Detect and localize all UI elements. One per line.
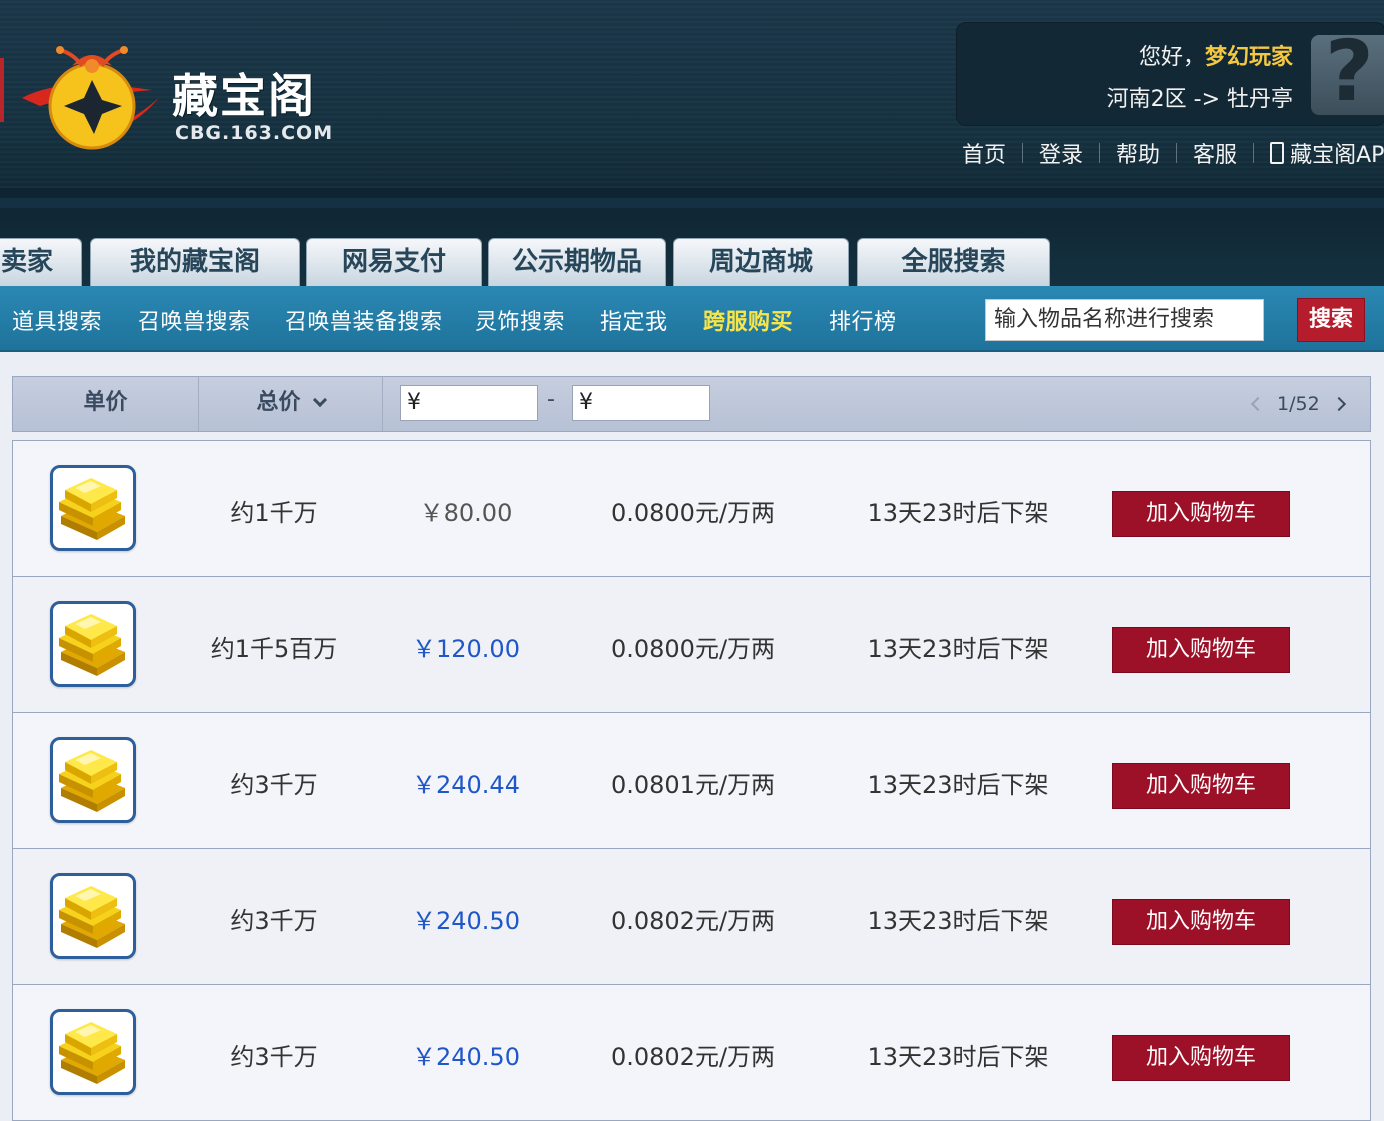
listing-row: 约1千5百万 ￥120.00 0.0800元/万两 13天23时后下架 加入购物… xyxy=(13,577,1370,713)
site-header: 藏宝阁 CBG.163.COM 您好，梦幻玩家 河南2区 -> 牡丹亭 ? 首页… xyxy=(0,0,1384,188)
chevron-down-icon xyxy=(312,392,327,408)
item-time-left: 13天23时后下架 xyxy=(867,1043,1049,1071)
item-unit-ratio: 0.0802元/万两 xyxy=(610,907,776,935)
price-min-input[interactable]: ¥ xyxy=(400,385,538,421)
item-amount: 约3千万 xyxy=(230,907,318,935)
top-nav: 首页 登录 帮助 客服 藏宝阁AP xyxy=(962,138,1384,168)
username[interactable]: 梦幻玩家 xyxy=(1205,45,1293,70)
item-price: ￥240.44 xyxy=(412,771,520,799)
listing-area: 单价 总价 ¥ - ¥ 1/52 约1千万 ￥80.00 0.0800元/万两 … xyxy=(0,352,1384,1121)
subnav-pet-equip-search[interactable]: 召唤兽装备搜索 xyxy=(285,304,443,336)
tab-my-cbg[interactable]: 我的藏宝阁 xyxy=(90,238,300,286)
price-range-dash: - xyxy=(547,387,555,412)
main-tabs: 卖家 我的藏宝阁 网易支付 公示期物品 周边商城 全服搜索 xyxy=(0,188,1384,286)
tab-public-items[interactable]: 公示期物品 xyxy=(488,238,666,286)
item-price: ￥240.50 xyxy=(412,1043,520,1071)
nav-app-link[interactable]: 藏宝阁AP xyxy=(1290,137,1384,169)
sort-unit-price-label: 单价 xyxy=(83,390,128,415)
tab-netease-pay[interactable]: 网易支付 xyxy=(306,238,482,286)
price-max-input[interactable]: ¥ xyxy=(572,385,710,421)
item-amount: 约1千万 xyxy=(230,499,318,527)
add-to-cart-button[interactable]: 加入购物车 xyxy=(1112,1035,1290,1081)
search-button[interactable]: 搜索 xyxy=(1297,298,1365,342)
item-unit-ratio: 0.0800元/万两 xyxy=(610,499,776,527)
listing-row: 约1千万 ￥80.00 0.0800元/万两 13天23时后下架 加入购物车 xyxy=(13,441,1370,577)
item-time-left: 13天23时后下架 xyxy=(867,499,1049,527)
greeting-prefix: 您好， xyxy=(1138,45,1205,70)
tab-global-search[interactable]: 全服搜索 xyxy=(857,238,1050,286)
item-time-left: 13天23时后下架 xyxy=(867,635,1049,663)
nav-home-link[interactable]: 首页 xyxy=(962,137,1006,169)
subnav-designated[interactable]: 指定我 xyxy=(600,304,668,336)
nav-divider xyxy=(1099,143,1101,163)
item-amount: 约3千万 xyxy=(230,771,318,799)
listing-table: 约1千万 ￥80.00 0.0800元/万两 13天23时后下架 加入购物车 约… xyxy=(12,440,1371,1121)
item-amount: 约3千万 xyxy=(230,1043,318,1071)
item-unit-ratio: 0.0800元/万两 xyxy=(610,635,776,663)
nav-login-link[interactable]: 登录 xyxy=(1039,137,1083,169)
avatar[interactable]: ? xyxy=(1311,35,1384,115)
nav-divider xyxy=(1022,143,1024,163)
subnav-ranking[interactable]: 排行榜 xyxy=(829,304,897,336)
filter-bar: 单价 总价 ¥ - ¥ 1/52 xyxy=(12,376,1371,432)
nav-help-link[interactable]: 帮助 xyxy=(1116,137,1160,169)
sort-unit-price[interactable]: 单价 xyxy=(13,377,199,431)
phone-icon xyxy=(1270,142,1285,164)
gold-bars-icon[interactable] xyxy=(50,601,136,687)
chevron-left-icon[interactable] xyxy=(1250,396,1266,412)
add-to-cart-button[interactable]: 加入购物车 xyxy=(1112,627,1290,673)
sub-nav: 道具搜索 召唤兽搜索 召唤兽装备搜索 灵饰搜索 指定我 跨服购买 排行榜 输入物… xyxy=(0,286,1384,352)
search-input[interactable]: 输入物品名称进行搜索 xyxy=(985,299,1264,341)
subnav-cross-server[interactable]: 跨服购买 xyxy=(703,304,793,336)
tab-seller[interactable]: 卖家 xyxy=(0,238,82,286)
nav-divider xyxy=(1253,143,1255,163)
item-time-left: 13天23时后下架 xyxy=(867,907,1049,935)
item-price: ￥240.50 xyxy=(412,907,520,935)
server-info[interactable]: 河南2区 -> 牡丹亭 xyxy=(1107,81,1293,113)
gold-bars-icon[interactable] xyxy=(50,465,136,551)
nav-divider xyxy=(1176,143,1178,163)
pager: 1/52 xyxy=(1250,377,1346,431)
tab-merch-store[interactable]: 周边商城 xyxy=(673,238,849,286)
subnav-accessory-search[interactable]: 灵饰搜索 xyxy=(475,304,565,336)
nav-service-link[interactable]: 客服 xyxy=(1193,137,1237,169)
listing-row: 约3千万 ￥240.50 0.0802元/万两 13天23时后下架 加入购物车 xyxy=(13,985,1370,1121)
gold-bars-icon[interactable] xyxy=(50,737,136,823)
header-accent-strip xyxy=(0,58,4,122)
gold-bars-icon[interactable] xyxy=(50,1009,136,1095)
add-to-cart-button[interactable]: 加入购物车 xyxy=(1112,899,1290,945)
listing-row: 约3千万 ￥240.44 0.0801元/万两 13天23时后下架 加入购物车 xyxy=(13,713,1370,849)
item-time-left: 13天23时后下架 xyxy=(867,771,1049,799)
listing-row: 约3千万 ￥240.50 0.0802元/万两 13天23时后下架 加入购物车 xyxy=(13,849,1370,985)
page-indicator: 1/52 xyxy=(1277,393,1320,415)
sort-total-price-label: 总价 xyxy=(256,390,301,415)
question-mark-icon: ? xyxy=(1325,35,1374,115)
add-to-cart-button[interactable]: 加入购物车 xyxy=(1112,763,1290,809)
item-unit-ratio: 0.0802元/万两 xyxy=(610,1043,776,1071)
gold-bars-icon[interactable] xyxy=(50,873,136,959)
item-price: ￥120.00 xyxy=(412,635,520,663)
item-price: ￥80.00 xyxy=(419,499,513,527)
sort-total-price[interactable]: 总价 xyxy=(199,377,383,431)
logo-domain: CBG.163.COM xyxy=(175,122,334,144)
item-amount: 约1千5百万 xyxy=(210,635,338,663)
greeting: 您好，梦幻玩家 xyxy=(1139,39,1293,71)
subnav-pet-search[interactable]: 召唤兽搜索 xyxy=(138,304,251,336)
subnav-item-search[interactable]: 道具搜索 xyxy=(12,304,102,336)
user-info-panel: 您好，梦幻玩家 河南2区 -> 牡丹亭 ? xyxy=(956,22,1384,126)
logo-title[interactable]: 藏宝阁 xyxy=(172,60,316,126)
add-to-cart-button[interactable]: 加入购物车 xyxy=(1112,491,1290,537)
chevron-right-icon[interactable] xyxy=(1331,396,1346,412)
item-unit-ratio: 0.0801元/万两 xyxy=(610,771,776,799)
